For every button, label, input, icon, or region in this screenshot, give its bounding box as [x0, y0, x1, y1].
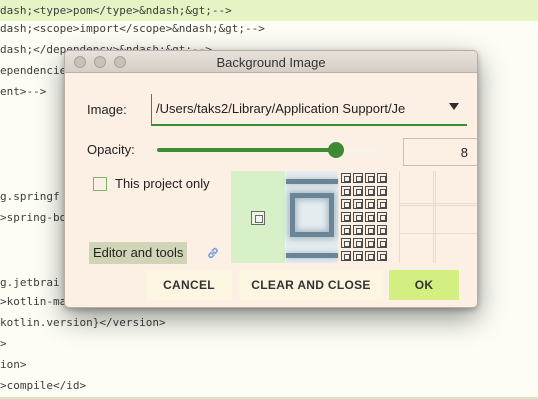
pattern-cell	[341, 173, 351, 183]
pattern-cell	[341, 225, 351, 235]
pattern-cell	[377, 238, 387, 248]
code-line: >	[0, 337, 7, 350]
background-image-dialog: Background Image Image: /Users/taks2/Lib…	[64, 50, 478, 308]
pattern-cell	[365, 251, 375, 261]
code-line: ependencies	[0, 64, 73, 77]
ok-button[interactable]: OK	[389, 270, 459, 300]
pattern-frame	[290, 193, 334, 237]
pattern-cell	[365, 212, 375, 222]
placeholder-image-icon	[251, 211, 265, 225]
code-line: ion>	[0, 358, 27, 371]
pattern-cell	[377, 199, 387, 209]
code-line: >spring-bo	[0, 211, 67, 224]
pattern-cell	[377, 225, 387, 235]
code-line: >compile</id>	[0, 379, 87, 392]
grid-line	[399, 205, 477, 206]
pattern-cell	[353, 212, 363, 222]
pattern-cell	[365, 238, 375, 248]
pattern-cell	[353, 251, 363, 261]
pattern-cell	[353, 238, 363, 248]
pattern-bar	[286, 253, 338, 258]
this-project-only-label[interactable]: This project only	[115, 176, 210, 191]
code-line: dash;<scope>import</scope>&ndash;&gt;-->	[0, 22, 265, 35]
dialog-title: Background Image	[216, 55, 326, 70]
preview-frame-pattern	[286, 171, 338, 263]
chevron-down-icon[interactable]	[449, 103, 459, 110]
grid-line	[435, 171, 436, 263]
pattern-cell	[377, 251, 387, 261]
this-project-only-checkbox[interactable]	[93, 177, 107, 191]
pattern-cell	[353, 173, 363, 183]
pattern-cell	[365, 199, 375, 209]
editor-and-tools-target[interactable]: Editor and tools	[89, 242, 188, 264]
grid-line	[399, 233, 477, 234]
pattern-cell	[341, 238, 351, 248]
code-line: >kotlin-ma	[0, 295, 67, 308]
pattern-cell	[377, 212, 387, 222]
code-line: g.jetbrai	[0, 276, 60, 289]
pattern-cell	[377, 186, 387, 196]
code-line: kotlin.version}</version>	[0, 316, 166, 329]
code-line: g.springf	[0, 190, 60, 203]
opacity-input[interactable]: 8	[403, 138, 477, 166]
link-icon[interactable]	[206, 246, 220, 260]
pattern-cell	[365, 173, 375, 183]
slider-thumb[interactable]	[328, 142, 344, 158]
image-label: Image:	[87, 102, 127, 117]
pattern-cell	[341, 199, 351, 209]
pattern-cell	[365, 225, 375, 235]
image-preview-strip	[231, 171, 477, 263]
pattern-bar	[286, 179, 338, 184]
grid-line	[399, 171, 400, 263]
pattern-cell	[341, 251, 351, 261]
pattern-cell	[353, 199, 363, 209]
preview-editor[interactable]	[231, 171, 285, 263]
pattern-cell	[341, 186, 351, 196]
pattern-cell	[365, 186, 375, 196]
opacity-slider[interactable]	[157, 141, 381, 159]
image-path-value[interactable]: /Users/taks2/Library/Application Support…	[156, 101, 444, 116]
pattern-cell	[341, 212, 351, 222]
code-line: ent>-->	[0, 85, 47, 98]
pattern-cell	[353, 225, 363, 235]
cancel-button[interactable]: CANCEL	[146, 270, 232, 300]
image-path-combobox[interactable]: /Users/taks2/Library/Application Support…	[151, 94, 467, 126]
grid-line	[399, 203, 477, 204]
slider-fill	[157, 148, 336, 152]
preview-faint-grid	[399, 171, 477, 263]
pattern-cell	[377, 173, 387, 183]
clear-and-close-button[interactable]: CLEAR AND CLOSE	[239, 270, 383, 300]
dialog-titlebar[interactable]: Background Image	[65, 51, 477, 73]
opacity-value[interactable]: 8	[461, 145, 468, 160]
grid-line	[433, 171, 434, 263]
preview-grid-pattern	[339, 171, 391, 263]
pattern-cell	[353, 186, 363, 196]
opacity-label: Opacity:	[87, 142, 135, 157]
